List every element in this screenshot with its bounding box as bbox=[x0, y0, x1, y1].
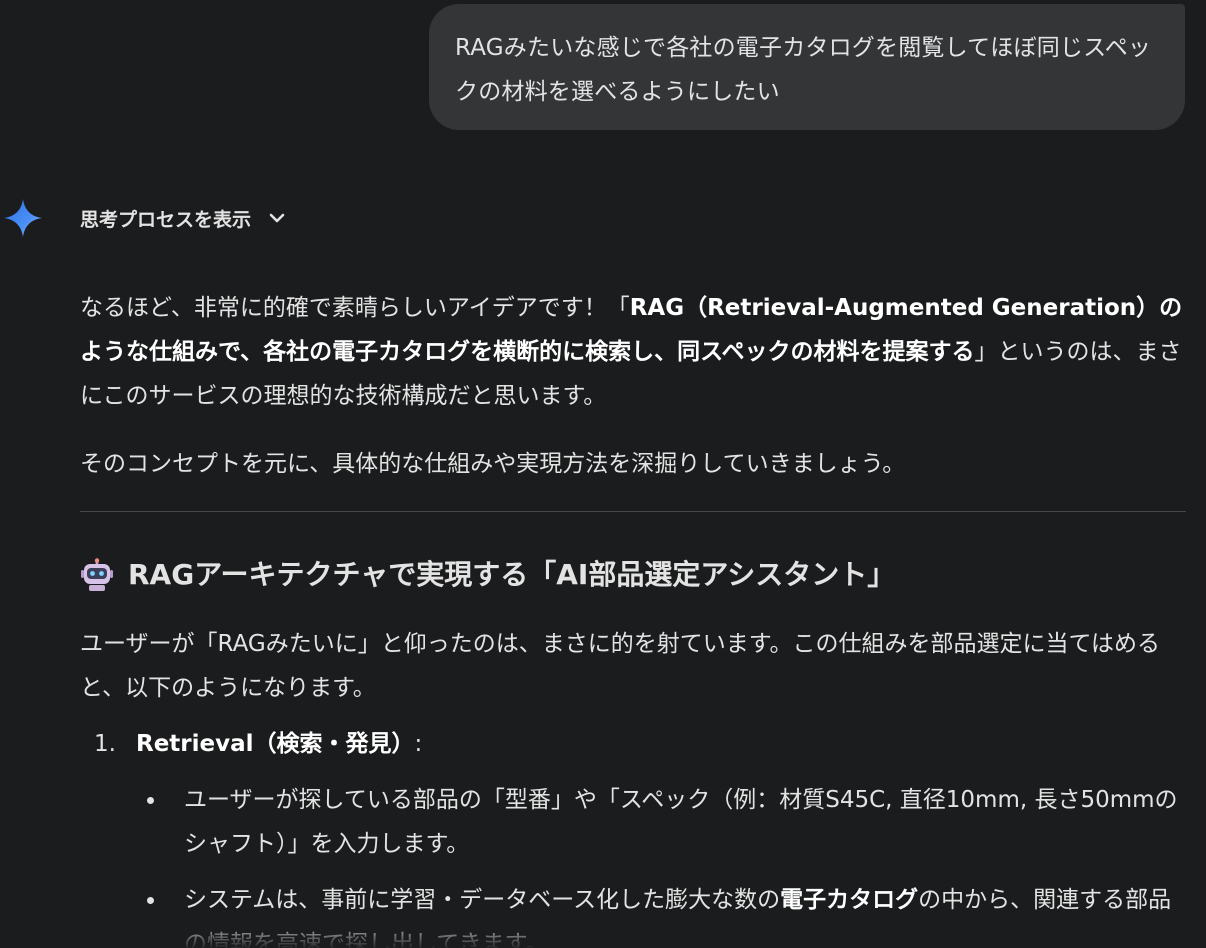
user-message-text: RAGみたいな感じで各社の電子カタログを閲覧してほぼ同じスペックの材料を選べるよ… bbox=[455, 35, 1152, 105]
show-thinking-toggle[interactable]: 思考プロセスを表示 bbox=[80, 200, 287, 236]
list-item-number: 1. bbox=[94, 731, 116, 757]
list-item-title: Retrieval（検索・発見） bbox=[136, 731, 415, 757]
list-item: 1. Retrieval（検索・発見）: bbox=[80, 722, 1186, 766]
bullet-item: ユーザーが探している部品の「型番」や「スペック（例：材質S45C, 直径10mm… bbox=[136, 778, 1186, 866]
show-thinking-label: 思考プロセスを表示 bbox=[80, 208, 252, 231]
bullet-bold-text: 電子カタログ bbox=[780, 887, 919, 913]
bullet-text-pre: システムは、事前に学習・データベース化した膨大な数の bbox=[184, 887, 781, 913]
ordered-list: 1. Retrieval（検索・発見）: ユーザーが探している部品の「型番」や「… bbox=[80, 722, 1186, 948]
bullet-item: システムは、事前に学習・データベース化した膨大な数の電子カタログの中から、関連す… bbox=[136, 878, 1186, 948]
bullet-text: システムは、事前に学習・データベース化した膨大な数の電子カタログの中から、関連す… bbox=[184, 878, 1186, 948]
response-paragraph-2: そのコンセプトを元に、具体的な仕組みや実現方法を深掘りしていきましょう。 bbox=[80, 451, 906, 477]
bullet-text-pre: ユーザーが探している部品の「型番」や「スペック（例：材質S45C, 直径10mm… bbox=[184, 787, 1178, 857]
chat-page: RAGみたいな感じで各社の電子カタログを閲覧してほぼ同じスペックの材料を選べるよ… bbox=[0, 0, 1206, 948]
gemini-spark-icon bbox=[4, 199, 42, 237]
section-divider bbox=[80, 511, 1186, 512]
bullet-text: ユーザーが探している部品の「型番」や「スペック（例：材質S45C, 直径10mm… bbox=[184, 778, 1186, 866]
bullet-dot bbox=[136, 778, 184, 822]
bullet-dot bbox=[136, 878, 184, 922]
model-response: なるほど、非常に的確で素晴らしいアイデアです！「RAG（Retrieval-Au… bbox=[80, 286, 1186, 948]
robot-emoji-icon bbox=[81, 558, 113, 591]
list-item-suffix: : bbox=[414, 731, 423, 757]
chevron-down-icon bbox=[269, 213, 285, 223]
bullet-list: ユーザーが探している部品の「型番」や「スペック（例：材質S45C, 直径10mm… bbox=[80, 778, 1186, 948]
response-paragraph-3: ユーザーが「RAGみたいに」と仰ったのは、まさに的を射ています。この仕組みを部品… bbox=[80, 631, 1160, 701]
response-paragraph-1: なるほど、非常に的確で素晴らしいアイデアです！「RAG（Retrieval-Au… bbox=[80, 286, 1186, 418]
user-message-bubble: RAGみたいな感じで各社の電子カタログを閲覧してほぼ同じスペックの材料を選べるよ… bbox=[429, 4, 1185, 130]
list-item-title-wrap: Retrieval（検索・発見）: bbox=[136, 722, 422, 766]
section-heading-text: RAGアーキテクチャで実現する「AI部品選定アシスタント」 bbox=[128, 558, 896, 591]
section-heading: RAGアーキテクチャで実現する「AI部品選定アシスタント」 bbox=[80, 550, 1186, 600]
p1-text-a: なるほど、非常に的確で素晴らしいアイデアです！「 bbox=[80, 295, 630, 321]
